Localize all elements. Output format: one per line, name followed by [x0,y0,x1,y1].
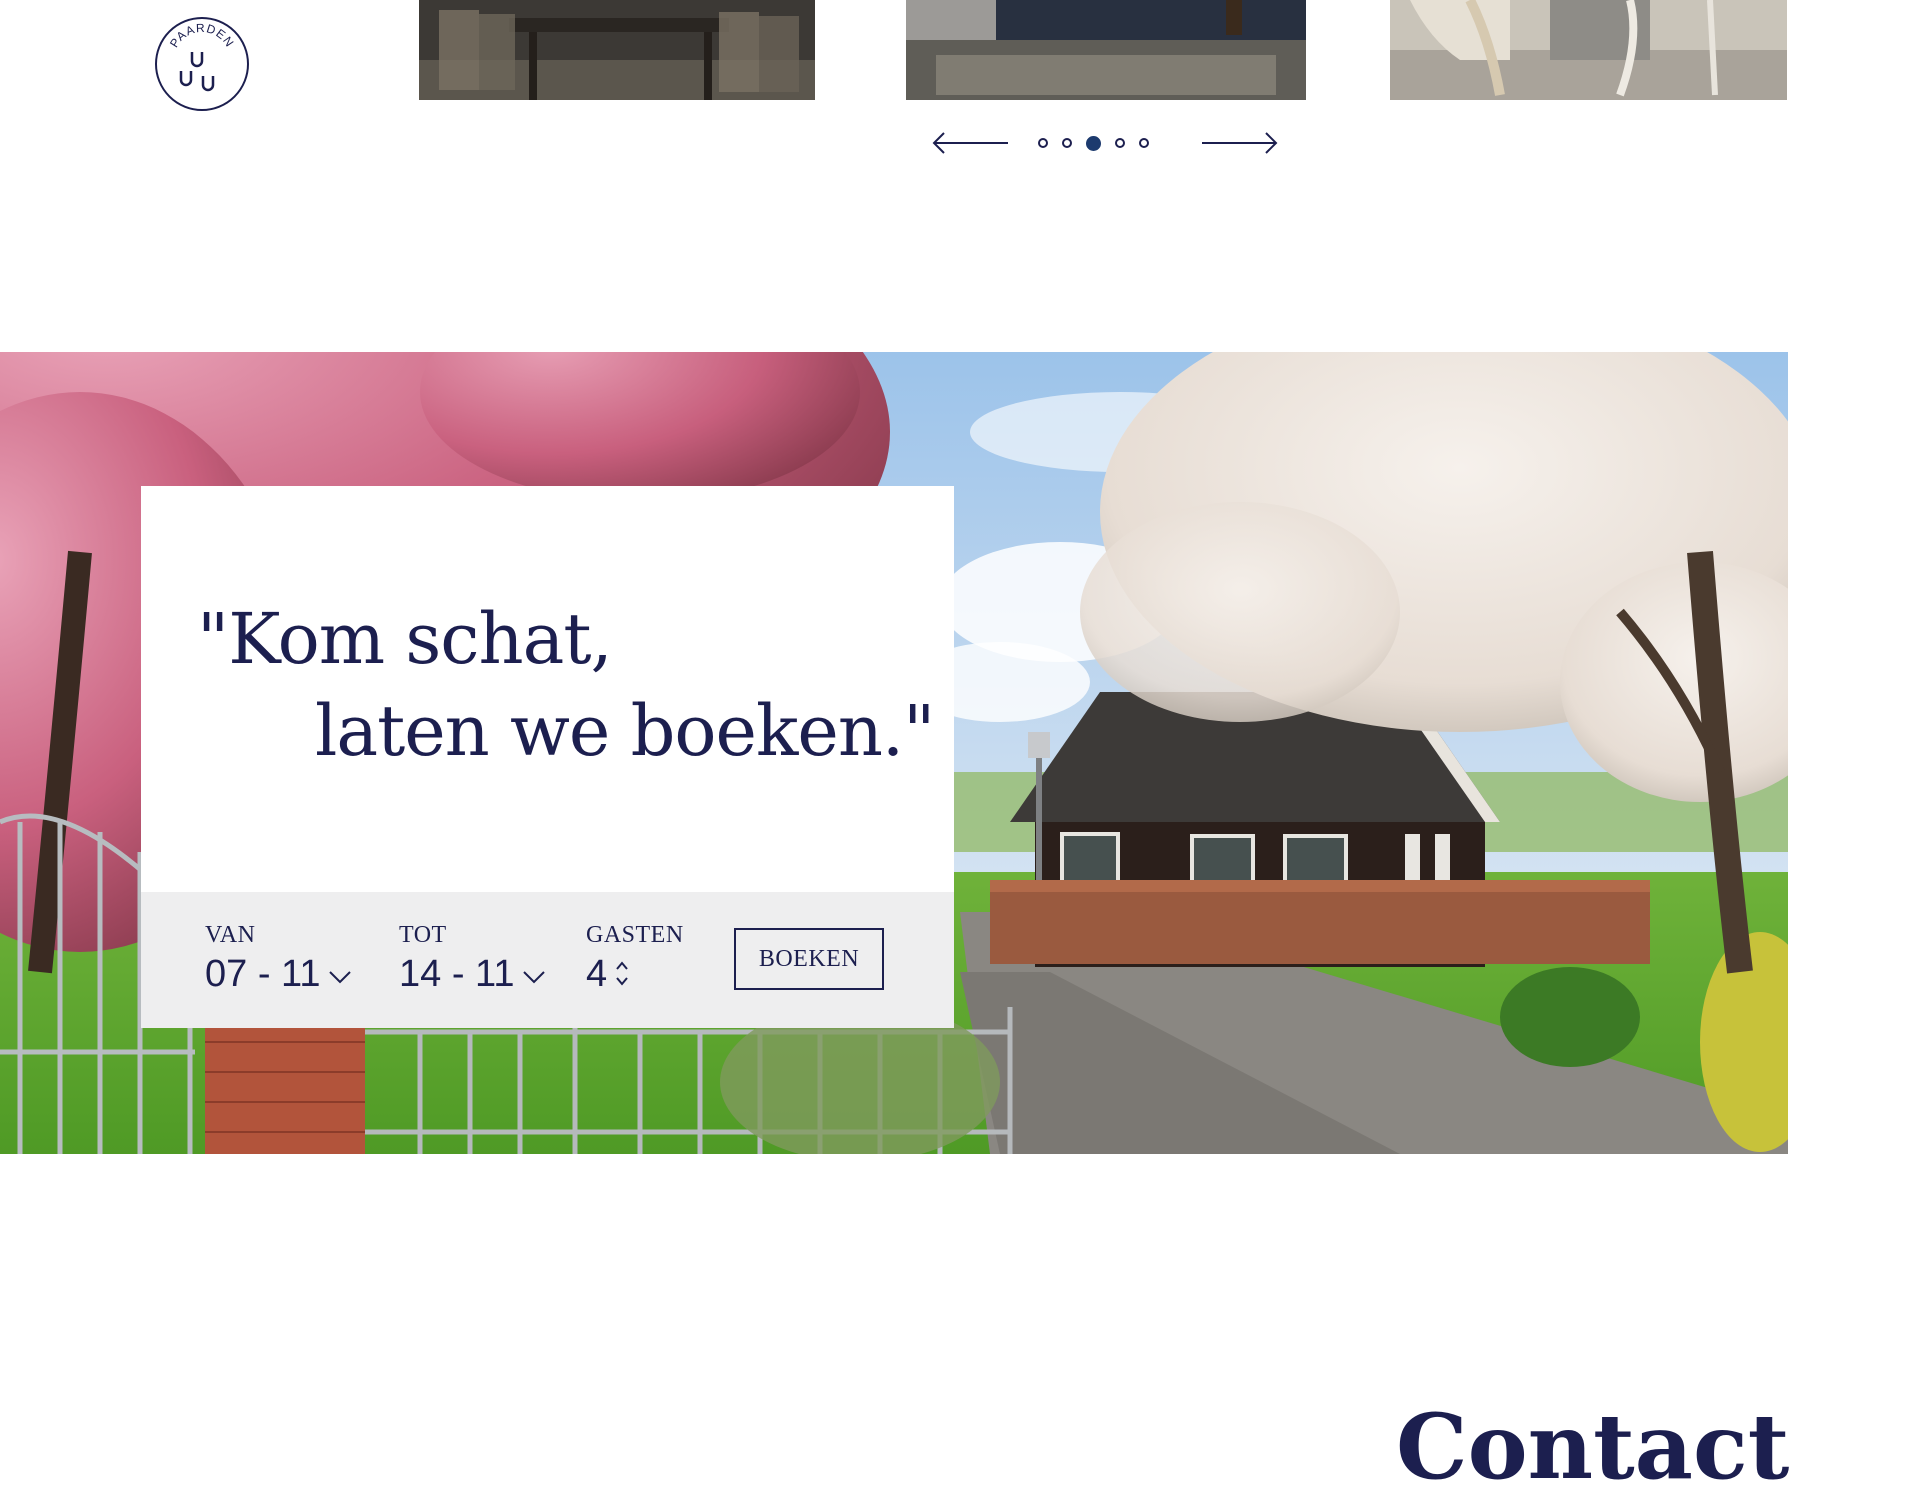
carousel-dot-4[interactable] [1115,138,1125,148]
carousel-dot-1[interactable] [1038,138,1048,148]
book-button[interactable]: BOEKEN [734,928,884,990]
booking-card: "Kom schat, laten we boeken." VAN 07 - 1… [141,486,954,1028]
guests-stepper[interactable]: GASTEN 4 [586,922,684,994]
chairs-room-photo[interactable] [1390,0,1787,100]
brand-logo[interactable]: PAARDEN [154,16,250,112]
guests-label: GASTEN [586,922,684,948]
guests-value[interactable]: 4 [586,954,607,994]
carousel-dot-5[interactable] [1139,138,1149,148]
date-to-picker[interactable]: TOT 14 - 11 [399,922,546,994]
chevron-down-icon[interactable] [522,970,546,984]
booking-form: VAN 07 - 11 TOT 14 - 11 GASTEN 4 BOEKEN [141,892,954,1028]
quote-line-1: "Kom schat, [197,598,613,680]
carousel-controls [930,127,1280,159]
arrow-right-icon[interactable] [1200,127,1280,159]
quote-line-2: laten we boeken." [315,690,935,772]
carousel-dots [1038,135,1149,151]
quote-panel: "Kom schat, laten we boeken." [141,486,954,892]
date-to-label: TOT [399,922,447,948]
contact-heading: Contact [1396,1394,1790,1500]
lounge-room-photo[interactable] [906,0,1306,100]
date-to-value[interactable]: 14 - 11 [399,954,514,994]
carousel-dot-3-active[interactable] [1086,135,1101,151]
carousel-dot-2[interactable] [1062,138,1072,148]
date-from-label: VAN [205,922,256,948]
hero-section: "Kom schat, laten we boeken." VAN 07 - 1… [0,352,1788,1154]
date-from-picker[interactable]: VAN 07 - 11 [205,922,352,994]
date-from-value[interactable]: 07 - 11 [205,954,320,994]
horseshoe-emblem-icon: PAARDEN [155,17,249,111]
dining-room-photo[interactable] [419,0,815,100]
up-down-stepper-icon[interactable] [613,958,631,990]
chevron-down-icon[interactable] [328,970,352,984]
arrow-left-icon[interactable] [930,127,1010,159]
